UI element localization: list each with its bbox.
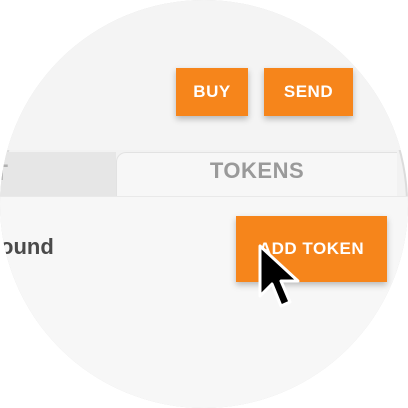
send-button[interactable]: SEND (264, 68, 353, 116)
buy-button[interactable]: BUY (176, 68, 248, 116)
arrow-cursor-icon (258, 244, 300, 308)
tab-tokens[interactable]: TOKENS (116, 152, 397, 199)
no-tokens-message: ound (0, 234, 54, 259)
tab-history[interactable]: T (0, 152, 116, 198)
wallet-screen: BUY SEND T TOKENS ound ADD TOKEN (0, 0, 408, 408)
tab-history-label: T (0, 160, 8, 185)
tab-bar: T TOKENS (0, 152, 408, 199)
magnifier-view: BUY SEND T TOKENS ound ADD TOKEN (0, 0, 408, 408)
